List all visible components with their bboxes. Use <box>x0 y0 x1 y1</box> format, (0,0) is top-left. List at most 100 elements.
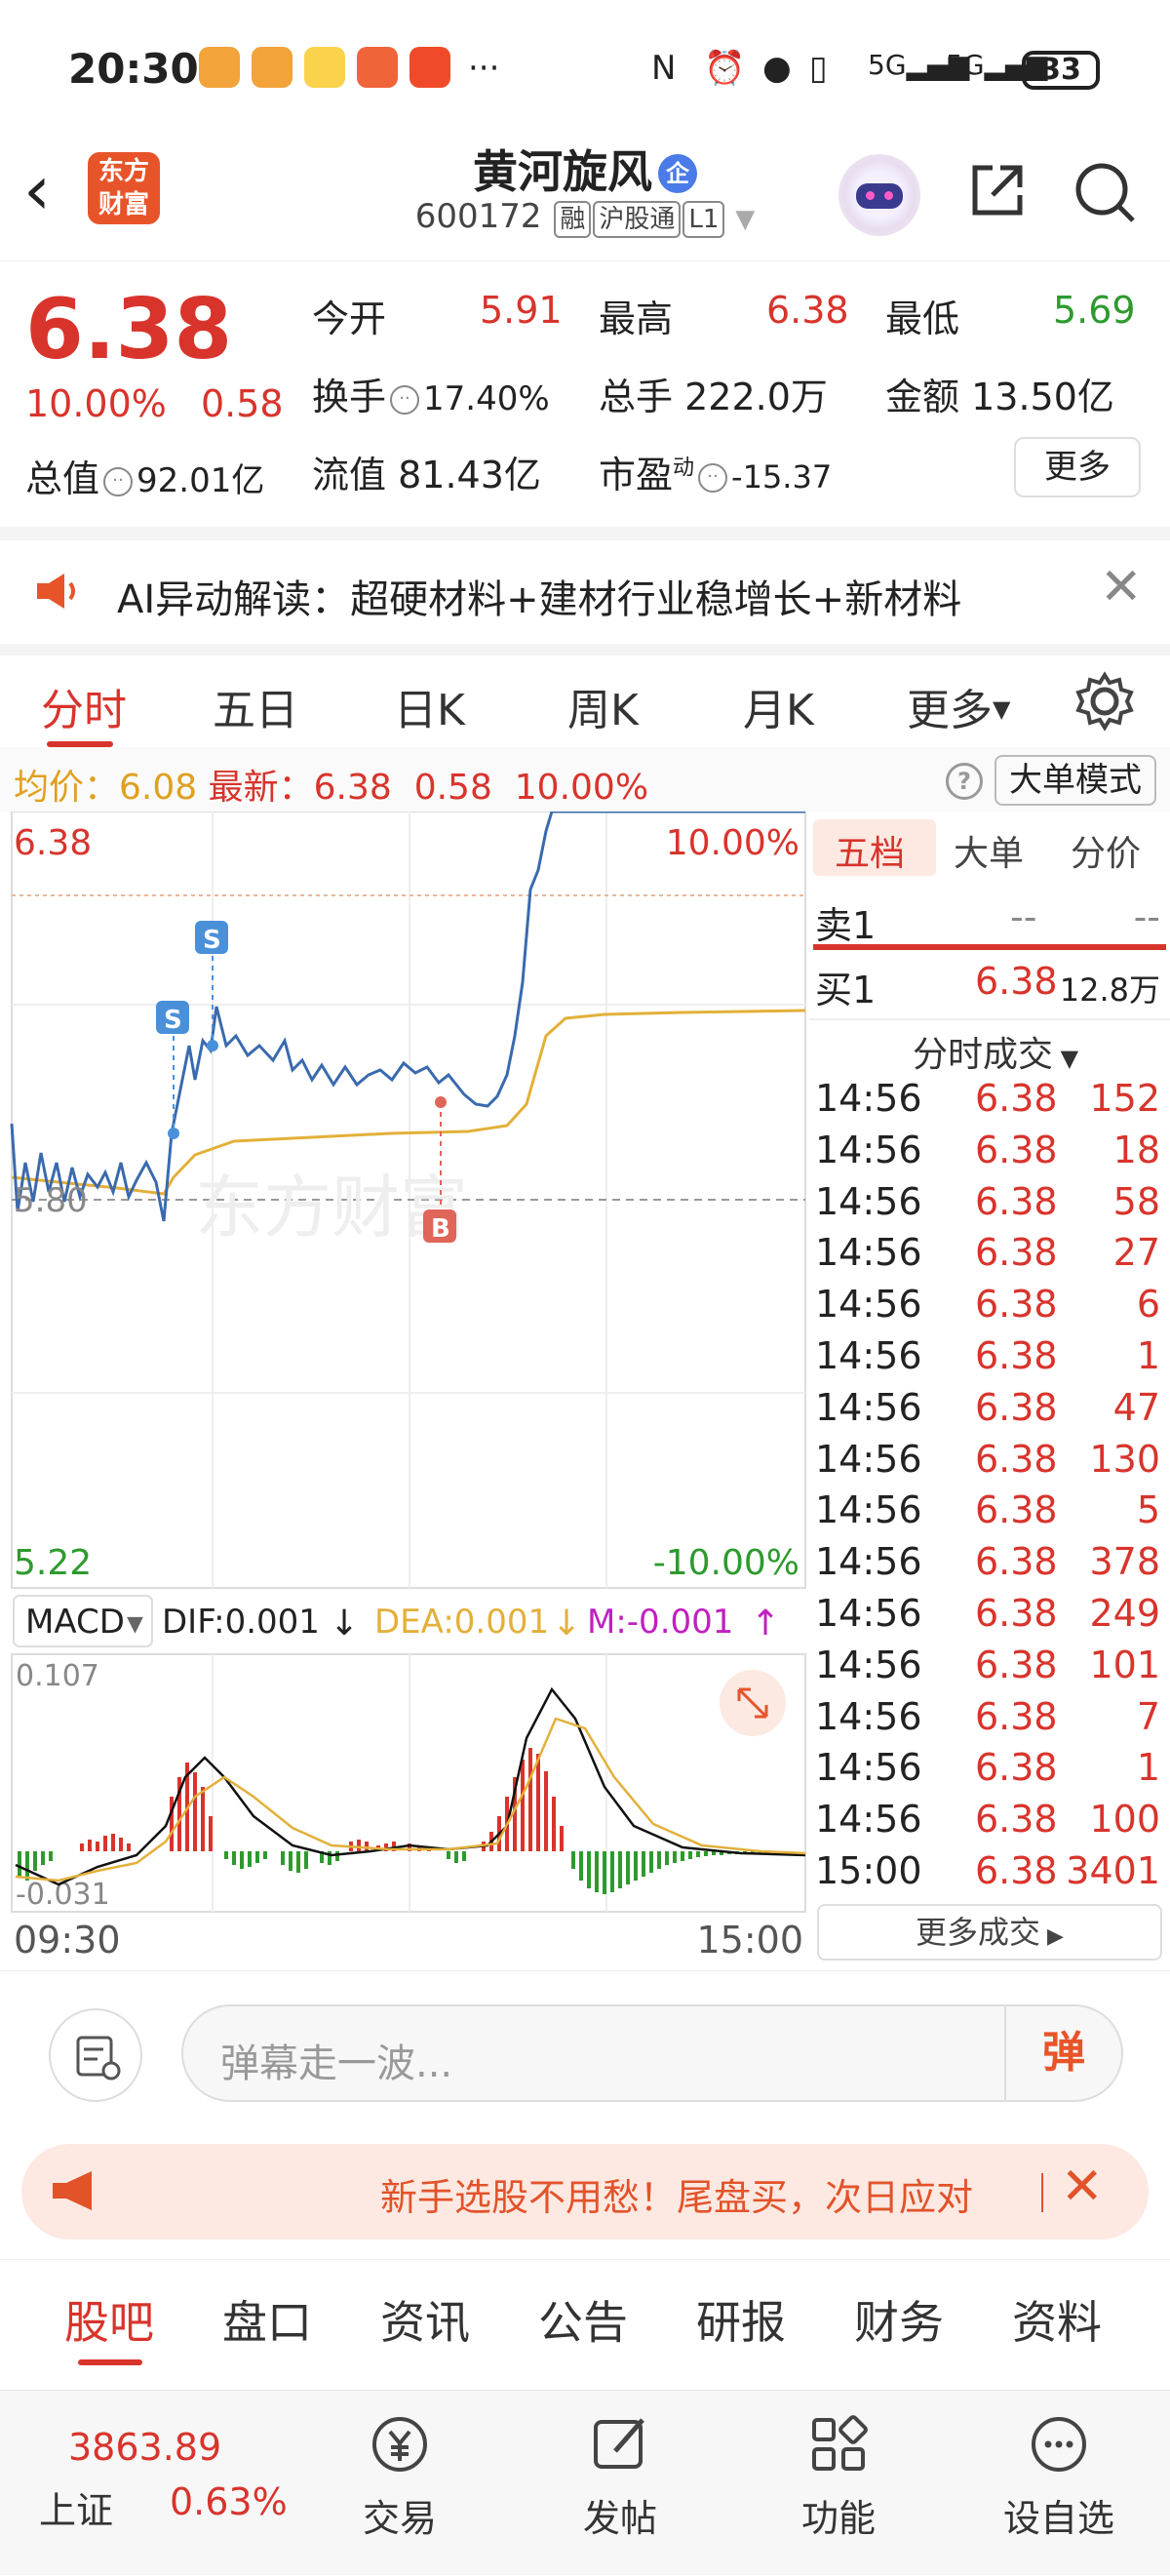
m-value: M:-0.001 <box>587 1603 733 1642</box>
tick-row: 14:56 6.38 1 <box>809 1746 1170 1798</box>
tab-financials[interactable]: 财务 <box>854 2287 944 2352</box>
ai-assistant-icon[interactable] <box>838 154 920 236</box>
active-subtab-indicator <box>78 2359 142 2365</box>
nav-trade[interactable]: 交易 <box>322 2410 478 2542</box>
heart-app-icon <box>199 47 240 88</box>
svg-text:MACD: MACD <box>25 1603 125 1642</box>
open-value: 5.91 <box>480 289 563 332</box>
vibrate-icon: ▯ <box>809 49 828 88</box>
weibo-icon <box>304 47 345 88</box>
edit-icon <box>594 2418 644 2469</box>
tick-price: 6.38 <box>975 1385 1058 1429</box>
clock: 20:30 <box>68 45 199 93</box>
prev-close-label: 5.80 <box>14 1181 88 1220</box>
tick-volume: 1 <box>1136 1334 1160 1377</box>
big-order-mode-button[interactable]: 大单模式 <box>994 755 1156 806</box>
chart-tabs: 分时 五日 日K 周K 月K 更多▼ <box>0 644 1170 747</box>
tab-five-levels[interactable]: 五档 <box>835 825 905 876</box>
tick-volume: 1 <box>1136 1746 1160 1790</box>
tab-weekly-k[interactable]: 周K <box>567 675 639 737</box>
tick-volume: 6 <box>1136 1283 1160 1327</box>
more-button[interactable]: 更多 <box>1014 437 1141 497</box>
svg-text:↑: ↑ <box>751 1604 780 1644</box>
tab-big-orders[interactable]: 大单 <box>954 825 1024 876</box>
tick-time: 14:56 <box>815 1798 922 1842</box>
tick-volume: 18 <box>1112 1128 1160 1171</box>
tick-price: 6.38 <box>975 1849 1058 1892</box>
tab-five-day[interactable]: 五日 <box>213 675 298 737</box>
comment-settings-icon[interactable] <box>49 2008 142 2102</box>
nav-post[interactable]: 发帖 <box>542 2410 698 2542</box>
tab-news[interactable]: 资讯 <box>380 2287 470 2352</box>
tab-forum[interactable]: 股吧 <box>64 2287 154 2352</box>
tab-announcements[interactable]: 公告 <box>538 2287 628 2352</box>
more-notifications-icon: ··· <box>468 49 500 88</box>
nav-add-watchlist[interactable]: 设自选 <box>981 2410 1137 2542</box>
close-icon[interactable]: ✕ <box>1061 2158 1104 2216</box>
share-icon[interactable] <box>965 158 1030 222</box>
intraday-chart[interactable]: 东方财富 S S B 6.38 10.00% 5.80 5.22 -10.00%… <box>0 810 809 1962</box>
more-ticks-button[interactable]: 更多成交 ▶ <box>817 1904 1162 1961</box>
tick-price: 6.38 <box>975 1488 1058 1532</box>
low-value: 5.69 <box>1053 289 1136 332</box>
tick-volume: 100 <box>1089 1798 1160 1842</box>
tick-volume: 249 <box>1089 1592 1160 1635</box>
tick-row: 14:56 6.38 58 <box>809 1180 1170 1232</box>
tab-more[interactable]: 更多▼ <box>907 675 1010 737</box>
info-dots-icon[interactable]: ·· <box>698 463 728 493</box>
ticks-header[interactable]: 分时成交 ▼ <box>913 1026 1078 1077</box>
nav-functions[interactable]: 功能 <box>760 2410 916 2542</box>
tick-price: 6.38 <box>975 1231 1058 1275</box>
amount: 金额 13.50亿 <box>885 376 1114 418</box>
search-icon[interactable] <box>1071 158 1139 226</box>
tick-price: 6.38 <box>975 1643 1058 1686</box>
close-icon[interactable]: ✕ <box>1100 558 1143 616</box>
gear-icon[interactable] <box>1072 669 1137 733</box>
quote-panel: 6.38 10.00% 0.58 总值 ·· 92.01亿 今开 5.91 最高 6… <box>0 261 1170 525</box>
danmu-button[interactable]: 弹 <box>1004 2006 1121 2100</box>
min-pct-label: -10.00% <box>653 1543 800 1583</box>
info-dots-icon[interactable]: ·· <box>103 467 134 496</box>
macd-histogram <box>18 1748 778 1894</box>
tick-row: 14:56 6.38 27 <box>809 1231 1170 1283</box>
tick-price: 6.38 <box>975 1437 1058 1481</box>
index-ticker[interactable]: 3863.89 上证 0.63% <box>0 2391 302 2576</box>
high-value: 6.38 <box>766 289 849 332</box>
tab-profile[interactable]: 资料 <box>1012 2287 1102 2352</box>
tab-price-distribution[interactable]: 分价 <box>1071 825 1141 876</box>
tick-row: 14:56 6.38 101 <box>809 1644 1170 1695</box>
promo-banner[interactable]: 新手选股不用愁！尾盘买，次日应对 ✕ <box>21 2144 1149 2239</box>
tick-volume: 47 <box>1112 1385 1160 1429</box>
total-value: 总值 ·· 92.01亿 <box>25 457 265 500</box>
tick-row: 14:56 6.38 378 <box>809 1540 1170 1592</box>
tick-row: 14:56 6.38 152 <box>809 1077 1170 1129</box>
tick-time: 14:56 <box>815 1077 922 1120</box>
tab-monthly-k[interactable]: 月K <box>743 675 814 737</box>
max-pct-label: 10.00% <box>666 823 800 863</box>
tab-research[interactable]: 研报 <box>696 2287 786 2352</box>
tick-time: 14:56 <box>815 1643 922 1686</box>
tick-time: 14:56 <box>815 1385 922 1429</box>
info-dots-icon[interactable]: ·· <box>390 385 420 415</box>
dropdown-arrow-icon[interactable]: ▼ <box>735 205 755 234</box>
status-bar: 20:30 ··· N ⏰ ● ▯ 5G▂▄▆ 5G▂▄▆ 33 <box>0 0 1170 137</box>
tick-volume: 3401 <box>1066 1849 1160 1892</box>
volume: 总手 222.0万 <box>599 376 828 418</box>
tick-volume: 101 <box>1089 1643 1160 1686</box>
tick-row: 14:56 6.38 249 <box>809 1592 1170 1644</box>
tick-price: 6.38 <box>975 1128 1058 1171</box>
enterprise-badge-icon: 企 <box>658 154 697 193</box>
max-price-label: 6.38 <box>14 823 92 863</box>
ai-insight-bar[interactable]: AI异动解读：超硬材料+建材行业稳增长+新材料 ✕ <box>0 527 1170 634</box>
tick-row: 14:56 6.38 100 <box>809 1798 1170 1849</box>
tab-intraday[interactable]: 分时 <box>41 675 127 737</box>
dea-value: DEA:0.001 <box>374 1603 549 1642</box>
danmu-input[interactable]: 弹幕走一波... 弹 <box>181 2004 1123 2102</box>
tick-row: 14:56 6.38 6 <box>809 1283 1170 1334</box>
order-book-panel: 五档 大单 分价 卖1 -- -- 买1 6.38 12.8万 分时成交 ▼ 1… <box>809 812 1170 1972</box>
help-icon[interactable]: ? <box>946 763 983 800</box>
last-price: 6.38 <box>25 281 233 378</box>
tab-order-book[interactable]: 盘口 <box>222 2287 312 2352</box>
tab-daily-k[interactable]: 日K <box>394 675 465 737</box>
svg-text:S: S <box>203 926 221 955</box>
